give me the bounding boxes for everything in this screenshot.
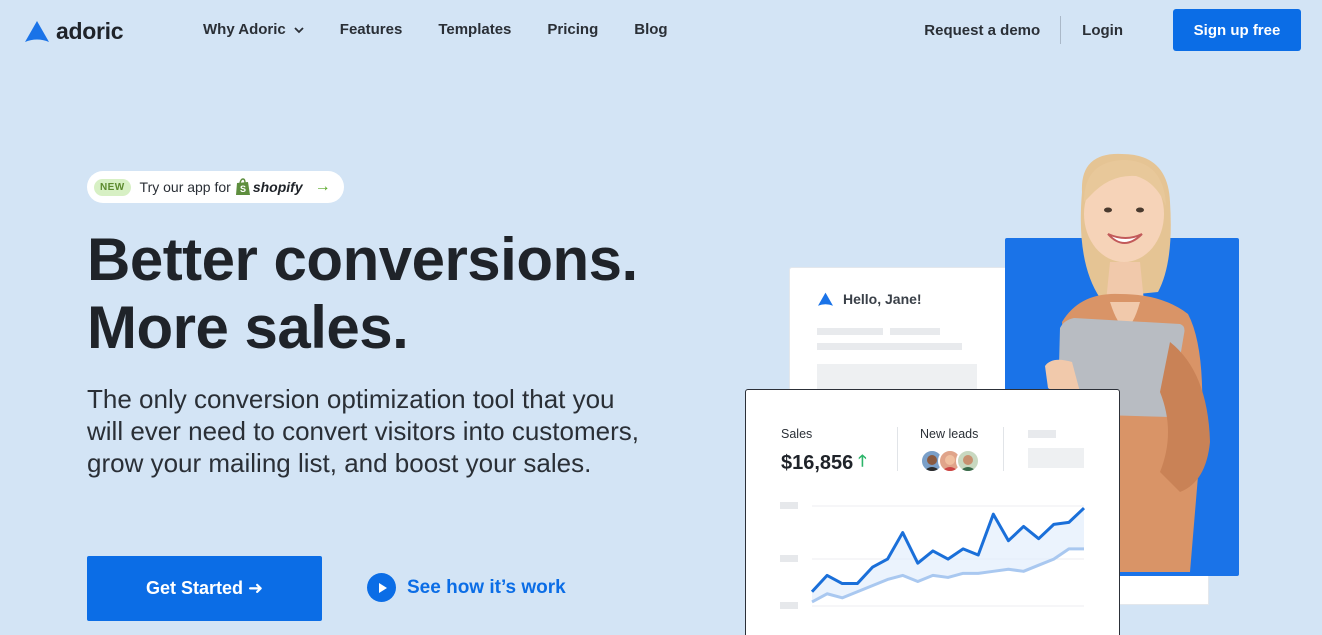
metric-divider [1003,427,1004,471]
nav-pricing[interactable]: Pricing [547,21,598,38]
logo-text: adoric [56,18,124,44]
avatar [956,449,980,473]
placeholder-line [1028,430,1056,438]
svg-text:S: S [240,184,246,194]
arrow-up-icon: 🡑 [858,453,867,470]
shopify-bag-icon: S [235,178,250,195]
video-link-label: See how it’s work [407,576,566,598]
placeholder-line [817,328,883,335]
request-demo-link[interactable]: Request a demo [924,22,1060,39]
new-leads-label: New leads [920,427,979,441]
y-tick-placeholder [780,602,798,609]
get-started-button[interactable]: Get Started ➜ [87,556,322,621]
logo-triangle-icon [25,20,49,42]
lead-avatars [920,449,980,473]
top-navigation: adoric Why Adoric Features Templates Pri… [0,0,1322,62]
series-area-fill [812,508,1084,602]
y-tick-placeholder [780,555,798,562]
sales-amount: $16,856 [781,452,854,474]
placeholder-block [1028,448,1084,468]
placeholder-line [817,343,962,350]
shopify-logo: S shopify [235,178,303,196]
sales-line-chart [780,502,1086,609]
headline-line-2: More sales. [87,294,409,361]
nav-blog[interactable]: Blog [634,21,667,38]
arrow-right-icon: → [314,178,331,195]
chevron-down-icon [294,26,304,33]
login-link[interactable]: Login [1061,22,1173,39]
greeting-text: Hello, Jane! [843,291,922,307]
play-icon [367,573,396,602]
nav-actions: Request a demo Login Sign up free [924,9,1301,51]
see-how-it-works-link[interactable]: See how it’s work [367,573,566,602]
nav-links: Why Adoric Features Templates Pricing Bl… [203,21,704,38]
nav-templates[interactable]: Templates [438,21,511,38]
nav-features[interactable]: Features [340,21,403,38]
shopify-wordmark: shopify [252,179,303,195]
y-tick-placeholder [780,502,798,509]
hero-headline: Better conversions. More sales. [87,226,638,362]
sign-up-button[interactable]: Sign up free [1173,9,1301,51]
adoric-logo[interactable]: adoric [24,18,124,45]
greeting-row: Hello, Jane! [817,291,922,307]
sales-label: Sales [781,427,813,441]
shopify-app-badge[interactable]: NEW Try our app for S shopify → [87,171,344,203]
logo-triangle-icon [818,292,833,306]
hero-subcopy: The only conversion optimization tool th… [87,384,639,478]
greeting-card: Hello, Jane! [789,267,1039,407]
headline-line-1: Better conversions. [87,226,638,293]
nav-why-adoric-label: Why Adoric [203,21,286,38]
sales-value: $16,856 🡑 [781,450,867,477]
new-badge: NEW [94,178,131,196]
nav-why-adoric[interactable]: Why Adoric [203,21,304,38]
metric-divider [897,427,898,471]
placeholder-line [890,328,940,335]
sales-dashboard-card: Sales $16,856 🡑 New leads [745,389,1120,635]
badge-text: Try our app for [139,179,231,195]
